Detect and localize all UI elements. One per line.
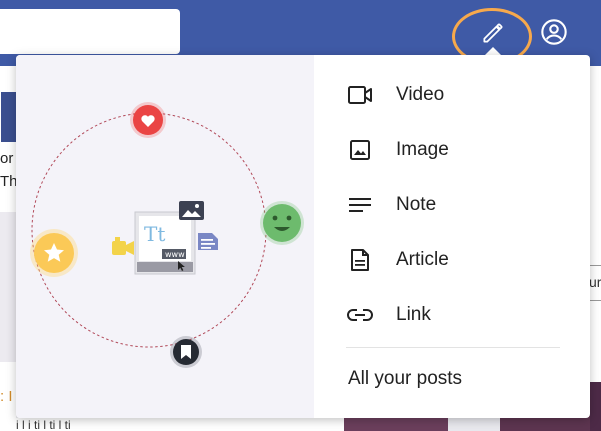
background-thumbnail — [1, 92, 16, 142]
bookmark-icon — [170, 336, 202, 368]
image-icon — [346, 136, 374, 164]
account-button[interactable] — [540, 18, 568, 46]
menu-item-video[interactable]: Video — [346, 67, 560, 122]
search-input[interactable] — [0, 9, 180, 54]
menu-item-label: Article — [396, 248, 449, 270]
background-text: : I — [0, 388, 13, 405]
pencil-icon — [483, 23, 503, 43]
menu-item-label: Video — [396, 83, 445, 105]
create-post-button[interactable] — [476, 16, 510, 50]
background-text: or — [0, 150, 14, 167]
menu-item-label: Note — [396, 193, 437, 215]
video-camera-illustration-icon — [112, 237, 134, 255]
menu-item-label: Image — [396, 138, 449, 160]
illustration-panel: Tt www — [16, 55, 314, 418]
note-lines-icon — [346, 191, 374, 219]
doc-badge: www — [165, 250, 185, 259]
background-right-column — [590, 66, 601, 431]
heart-icon — [130, 102, 166, 138]
note-illustration-icon — [198, 233, 218, 250]
all-your-posts-link[interactable]: All your posts — [348, 368, 462, 390]
background-text: The — [0, 173, 16, 190]
link-icon — [346, 301, 374, 329]
menu-divider — [346, 347, 560, 348]
background-text: i l i ti l ti l ti — [16, 418, 344, 431]
account-circle-icon — [541, 19, 567, 45]
smiley-icon — [260, 201, 304, 245]
menu-item-image[interactable]: Image — [346, 122, 560, 177]
star-icon — [30, 229, 78, 277]
create-post-menu: Tt www Video Image Note Article Link All… — [16, 55, 590, 418]
create-content-illustration: Tt www — [30, 102, 304, 368]
document-illustration: Tt www — [134, 211, 196, 275]
video-camera-icon — [346, 81, 374, 109]
doc-text: Tt — [144, 222, 165, 246]
article-document-icon — [346, 246, 374, 274]
menu-item-label: Link — [396, 303, 431, 325]
image-illustration-icon — [179, 201, 204, 220]
menu-item-note[interactable]: Note — [346, 177, 560, 232]
menu-item-link[interactable]: Link — [346, 287, 560, 342]
background-panel — [0, 212, 16, 362]
menu-item-article[interactable]: Article — [346, 232, 560, 287]
create-menu-list: Video Image Note Article Link — [346, 67, 560, 342]
